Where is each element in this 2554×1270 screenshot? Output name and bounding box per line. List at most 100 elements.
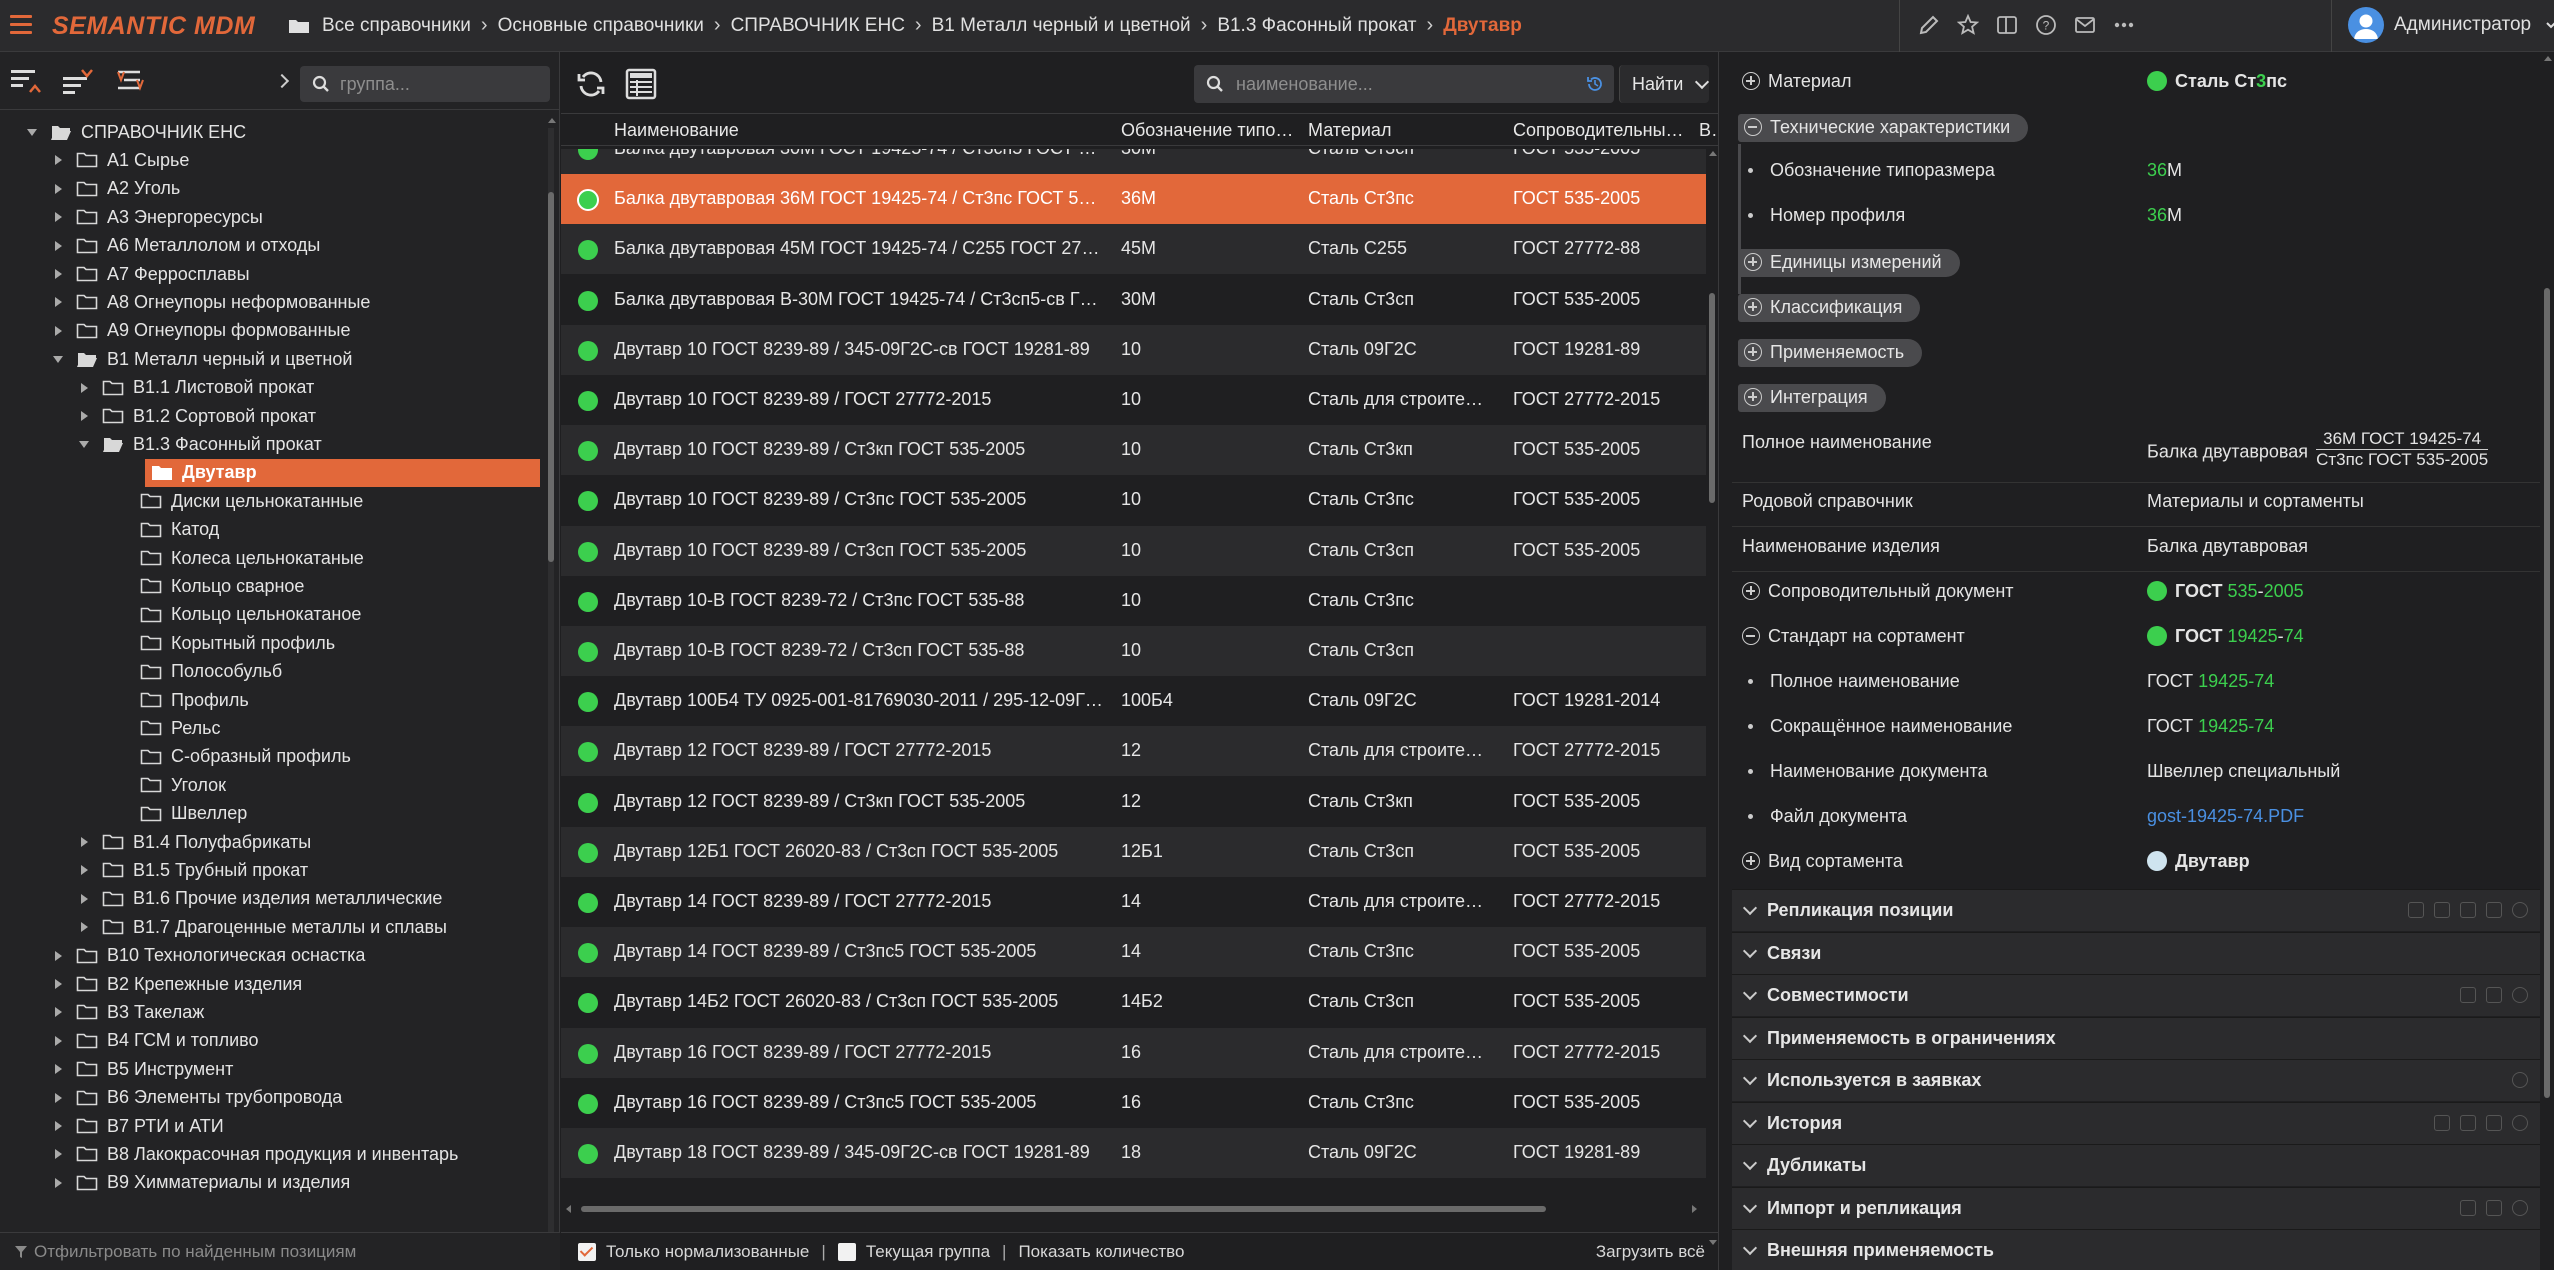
scroll-right-icon[interactable] xyxy=(1691,1204,1699,1214)
tree-node[interactable]: В7 РТИ и АТИ xyxy=(52,1112,224,1140)
tree-node-selected[interactable]: Двутавр xyxy=(145,458,540,487)
section-links[interactable]: Связи xyxy=(1732,931,2540,974)
expand-all-icon[interactable] xyxy=(62,68,94,96)
expand-icon[interactable] xyxy=(1744,253,1762,271)
classification-group[interactable]: Классификация xyxy=(1738,294,1921,322)
expand-icon[interactable] xyxy=(1744,298,1762,316)
table-row[interactable]: Двутавр 16 ГОСТ 8239-89 / Ст3пс5 ГОСТ 53… xyxy=(561,1078,1706,1128)
scroll-up-icon[interactable] xyxy=(547,116,557,124)
section-history[interactable]: История xyxy=(1732,1101,2540,1144)
collapse-icon[interactable] xyxy=(1742,627,1760,645)
table-row[interactable]: Балка двутавровая 45М ГОСТ 19425-74 / С2… xyxy=(561,224,1706,275)
expand-icon[interactable] xyxy=(1742,72,1760,90)
table-view-icon[interactable] xyxy=(625,68,657,100)
table-row-selected[interactable]: Балка двутавровая 36М ГОСТ 19425-74 / Ст… xyxy=(561,174,1706,225)
accomp-doc-value[interactable]: ГОСТ 535-2005 xyxy=(2147,581,2304,602)
scroll-left-icon[interactable] xyxy=(564,1204,572,1214)
scroll-thumb[interactable] xyxy=(548,192,554,562)
caret-right-icon[interactable] xyxy=(52,949,66,963)
more-icon[interactable] xyxy=(2113,14,2135,36)
breadcrumb-item[interactable]: СПРАВОЧНИК ЕНС xyxy=(731,15,905,37)
tree-node[interactable]: Кольцо цельнокатаное xyxy=(140,601,361,629)
history-icon[interactable] xyxy=(1586,75,1604,93)
split-view-icon[interactable] xyxy=(1996,14,2018,36)
table-row[interactable]: Двутавр 10 ГОСТ 8239-89 / Ст3сп ГОСТ 535… xyxy=(561,525,1706,576)
download-icon[interactable] xyxy=(2486,1114,2502,1131)
caret-down-icon[interactable] xyxy=(52,352,66,366)
tree-node[interactable]: Рельс xyxy=(140,714,221,742)
add-icon[interactable] xyxy=(2408,902,2424,918)
caret-right-icon[interactable] xyxy=(52,1062,66,1076)
material-value[interactable]: Сталь Ст3пс xyxy=(2147,71,2287,92)
table-row[interactable]: Двутавр 18 ГОСТ 8239-89 / 345-09Г2С-св Г… xyxy=(561,1128,1706,1178)
caret-right-icon[interactable] xyxy=(52,1091,66,1105)
tree-node[interactable]: В1.4 Полуфабрикаты xyxy=(78,828,311,856)
refresh-icon[interactable] xyxy=(2486,902,2502,918)
caret-right-icon[interactable] xyxy=(78,381,92,395)
standard-value[interactable]: ГОСТ 19425-74 xyxy=(2147,626,2304,647)
tree-node[interactable]: А6 Металлолом и отходы xyxy=(52,232,320,260)
scroll-up-icon[interactable] xyxy=(2543,54,2553,62)
table-row[interactable]: Двутавр 14Б2 ГОСТ 26020-83 / Ст3сп ГОСТ … xyxy=(561,977,1706,1027)
section-compatibility[interactable]: Совместимости xyxy=(1732,974,2540,1016)
table-icon[interactable] xyxy=(2460,902,2476,918)
help-icon[interactable] xyxy=(2512,987,2528,1003)
caret-right-icon[interactable] xyxy=(78,409,92,423)
table-row[interactable]: Двутавр 14 ГОСТ 8239-89 / ГОСТ 27772-201… xyxy=(561,877,1706,927)
tree-node[interactable]: Швеллер xyxy=(140,800,247,828)
column-header-material[interactable]: Материал xyxy=(1308,120,1458,141)
table-row[interactable]: Двутавр 10 ГОСТ 8239-89 / Ст3кп ГОСТ 535… xyxy=(561,425,1706,476)
app-logo[interactable]: SEMANTIC MDM xyxy=(52,12,255,41)
section-replication[interactable]: Репликация позиции xyxy=(1732,889,2540,931)
table-row[interactable]: Двутавр 12 ГОСТ 8239-89 / Ст3кп ГОСТ 535… xyxy=(561,777,1706,827)
doc-file-link[interactable]: gost-19425-74.PDF xyxy=(2147,806,2304,827)
breadcrumb-item[interactable]: В1.3 Фасонный прокат xyxy=(1217,15,1416,37)
caret-right-icon[interactable] xyxy=(52,267,66,281)
share-icon[interactable] xyxy=(2460,987,2476,1003)
menu-icon[interactable] xyxy=(10,15,32,35)
share-icon[interactable] xyxy=(2460,1199,2476,1216)
name-search-input[interactable] xyxy=(1236,65,1566,103)
tree-node[interactable]: В1.3 Фасонный прокат xyxy=(78,430,322,458)
table-row[interactable]: Двутавр 100Б4 ТУ 0925-001-81769030-2011 … xyxy=(561,676,1706,726)
chevron-down-icon[interactable] xyxy=(1742,900,1758,916)
section-restrictions[interactable]: Применяемость в ограничениях xyxy=(1732,1016,2540,1059)
table-row[interactable]: Двутавр 16 ГОСТ 8239-89 / ГОСТ 27772-201… xyxy=(561,1027,1706,1078)
caret-down-icon[interactable] xyxy=(78,437,92,451)
chevron-down-icon[interactable] xyxy=(1742,1198,1758,1213)
chevron-down-icon[interactable] xyxy=(1742,1113,1758,1128)
share-icon[interactable] xyxy=(2434,902,2450,918)
current-group-toggle[interactable]: Текущая группа xyxy=(837,1242,990,1262)
caret-right-icon[interactable] xyxy=(52,295,66,309)
tree-node[interactable]: В1.7 Драгоценные металлы и сплавы xyxy=(78,913,447,941)
table-row[interactable]: Двутавр 12 ГОСТ 8239-89 / ГОСТ 27772-201… xyxy=(561,726,1706,777)
expand-icon[interactable] xyxy=(1742,852,1760,870)
scroll-thumb[interactable] xyxy=(581,1206,1546,1212)
tree-node[interactable]: В5 Инструмент xyxy=(52,1055,233,1083)
list-horizontal-scrollbar[interactable] xyxy=(561,1202,1719,1216)
only-normalized-toggle[interactable]: Только нормализованные xyxy=(578,1242,809,1262)
caret-right-icon[interactable] xyxy=(78,835,92,849)
section-external[interactable]: Внешняя применяемость xyxy=(1732,1229,2540,1270)
tree-node[interactable]: В4 ГСМ и топливо xyxy=(52,1027,259,1055)
caret-down-icon[interactable] xyxy=(26,125,40,139)
edit-icon[interactable] xyxy=(1918,14,1940,36)
table-row[interactable]: Двутавр 12Б1 ГОСТ 26020-83 / Ст3сп ГОСТ … xyxy=(561,826,1706,877)
breadcrumb-item[interactable]: Все справочники xyxy=(322,15,471,37)
units-group[interactable]: Единицы измерений xyxy=(1738,249,1960,277)
tree-node[interactable]: Катод xyxy=(140,516,219,544)
chevron-down-icon[interactable] xyxy=(1742,943,1758,958)
help-icon[interactable] xyxy=(2512,1199,2528,1216)
tree-node[interactable]: СПРАВОЧНИК ЕНС xyxy=(26,118,246,146)
tree-node[interactable]: А8 Огнеупоры неформованные xyxy=(52,288,370,316)
column-header-name[interactable]: Наименование xyxy=(614,120,914,141)
tree-vertical-scrollbar[interactable] xyxy=(545,112,557,1254)
star-icon[interactable] xyxy=(1957,14,1979,36)
chevron-down-icon[interactable] xyxy=(1695,74,1710,89)
tree-settings-icon[interactable] xyxy=(116,68,148,96)
caret-right-icon[interactable] xyxy=(52,977,66,991)
tree-node[interactable]: С-образный профиль xyxy=(140,743,351,771)
tech-characteristics-group[interactable]: Технические характеристики xyxy=(1738,114,2029,142)
section-duplicates[interactable]: Дубликаты xyxy=(1732,1144,2540,1186)
tree-node[interactable]: А1 Сырье xyxy=(52,146,189,174)
